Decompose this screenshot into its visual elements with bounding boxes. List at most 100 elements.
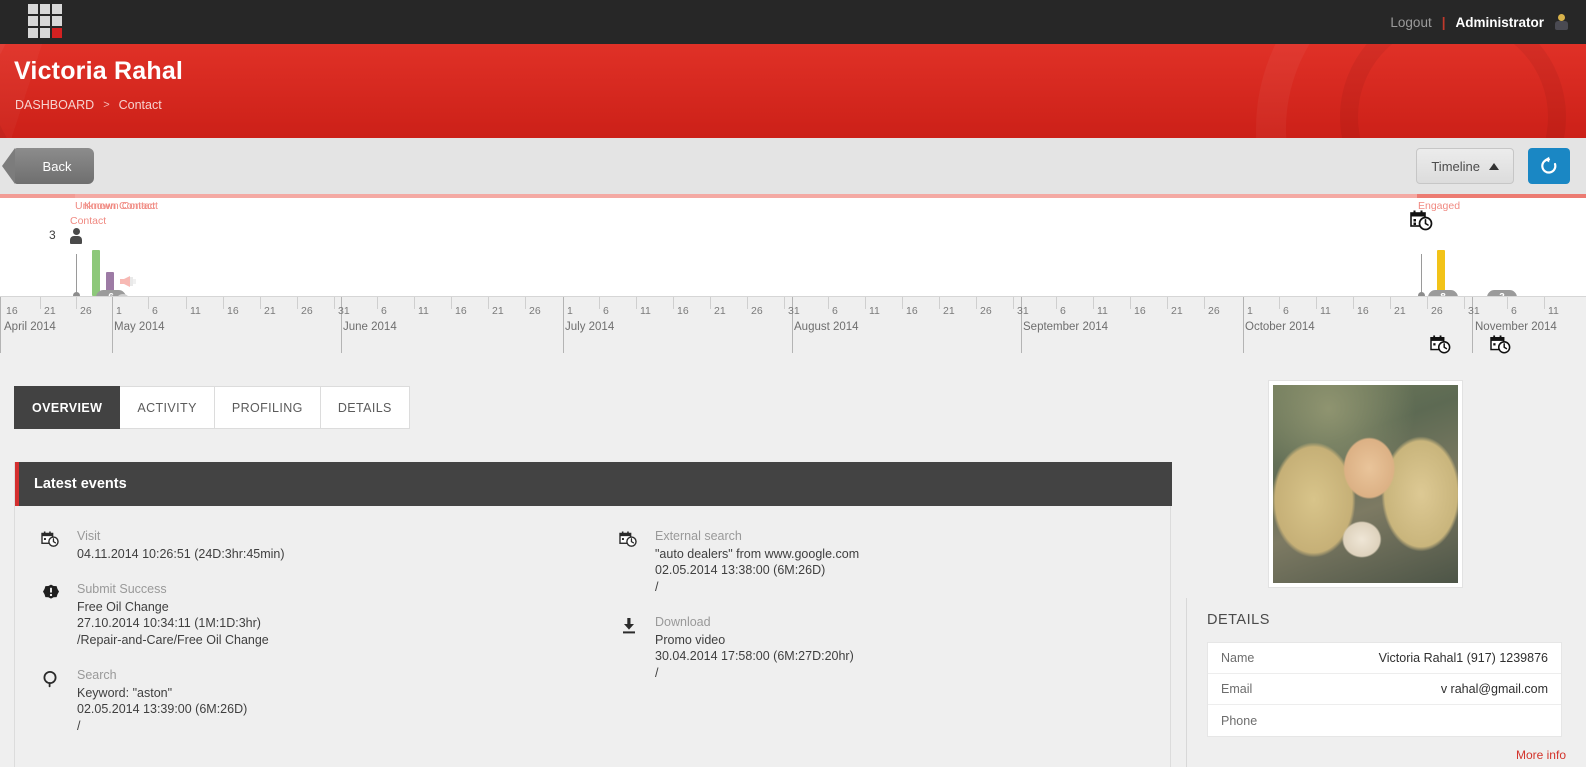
axis-month-label: June 2014 <box>343 321 397 333</box>
tab-overview[interactable]: OVERVIEW <box>14 386 121 429</box>
axis-day-tick: 31 <box>1468 305 1480 317</box>
details-value: v rahal@gmail.com <box>1440 682 1548 696</box>
axis-day-tick: 16 <box>1357 305 1369 317</box>
axis-day-tick: 16 <box>455 305 467 317</box>
topbar-separator: | <box>1441 14 1446 30</box>
stage-label-known-contact: Known Contact <box>84 200 156 212</box>
tab-details[interactable]: DETAILS <box>320 386 410 429</box>
event-type: Download <box>655 615 711 629</box>
more-info-link[interactable]: More info <box>1516 748 1566 762</box>
event-item[interactable]: Submit Success Free Oil Change 27.10.201… <box>39 581 593 648</box>
calendar-clock-icon <box>39 528 63 562</box>
logo-cell <box>40 28 50 38</box>
logo-cell <box>40 16 50 26</box>
axis-day-tick: 11 <box>869 305 880 317</box>
stage-segment <box>1417 194 1586 198</box>
axis-day-tick: 21 <box>1171 305 1183 317</box>
event-line: 27.10.2014 10:34:11 (1M:1D:3hr) <box>77 616 261 630</box>
axis-month-label: August 2014 <box>794 321 859 333</box>
breadcrumb: DASHBOARD > Contact <box>15 98 162 112</box>
event-line: 04.11.2014 10:26:51 (24D:3hr:45min) <box>77 546 285 561</box>
event-item[interactable]: Visit 04.11.2014 10:26:51 (24D:3hr:45min… <box>39 528 593 562</box>
latest-events-panel: Latest events Visit 04.11.2014 10:26:51 … <box>14 462 1172 767</box>
event-item[interactable]: Download Promo video 30.04.2014 17:58:00… <box>617 614 1171 681</box>
avatar <box>1273 385 1458 583</box>
axis-day-tick: 16 <box>906 305 918 317</box>
content-tabs: OVERVIEW ACTIVITY PROFILING DETAILS <box>14 386 410 429</box>
details-value: Victoria Rahal1 (917) 1239876 <box>1378 651 1548 665</box>
axis-day-tick: 11 <box>190 305 201 317</box>
timeline-bar[interactable] <box>92 250 100 296</box>
event-text: Submit Success Free Oil Change 27.10.201… <box>77 581 269 648</box>
logo-cell <box>40 4 50 14</box>
page-title: Victoria Rahal <box>14 57 184 85</box>
user-avatar-icon[interactable] <box>1554 13 1570 31</box>
details-row-phone: Phone <box>1208 705 1561 736</box>
details-key: Name <box>1221 651 1255 665</box>
event-text: Visit 04.11.2014 10:26:51 (24D:3hr:45min… <box>77 528 285 562</box>
timeline-count-label: 3 <box>49 228 56 242</box>
axis-month-label: May 2014 <box>114 321 165 333</box>
axis-day-tick: 16 <box>227 305 239 317</box>
calendar-clock-icon <box>1410 210 1433 231</box>
calendar-clock-icon <box>617 528 641 595</box>
latest-events-columns: Visit 04.11.2014 10:26:51 (24D:3hr:45min… <box>15 506 1172 753</box>
logo-cell <box>28 28 38 38</box>
event-line: Free Oil Change <box>77 599 169 614</box>
axis-day-tick: 26 <box>301 305 313 317</box>
axis-day-tick: 1 <box>567 305 573 317</box>
event-type: Search <box>77 668 117 682</box>
tab-profiling[interactable]: PROFILING <box>214 386 321 429</box>
axis-day-tick: 26 <box>529 305 541 317</box>
axis-day-tick: 11 <box>418 305 429 317</box>
axis-month-label: July 2014 <box>565 321 615 333</box>
event-line: / <box>77 718 81 733</box>
breadcrumb-contact[interactable]: Contact <box>119 98 162 112</box>
axis-day-tick: 16 <box>1134 305 1146 317</box>
axis-day-tick: 6 <box>832 305 838 317</box>
event-text: External search "auto dealers" from www.… <box>655 528 859 595</box>
event-text: Download Promo video 30.04.2014 17:58:00… <box>655 614 854 681</box>
axis-day-tick: 26 <box>980 305 992 317</box>
action-toolbar: Back Timeline <box>0 138 1586 194</box>
event-item[interactable]: Search Keyword: "aston" 02.05.2014 13:39… <box>39 667 593 734</box>
axis-day-tick: 6 <box>603 305 609 317</box>
event-line: 02.05.2014 13:38:00 (6M:26D) <box>655 563 826 577</box>
axis-day-tick: 21 <box>714 305 726 317</box>
person-icon <box>70 228 82 244</box>
axis-day-tick: 31 <box>788 305 800 317</box>
details-key: Email <box>1221 682 1253 696</box>
event-type: External search <box>655 529 742 543</box>
logo-cell-accent <box>52 28 62 38</box>
timeline-stem <box>76 254 77 296</box>
breadcrumb-dashboard[interactable]: DASHBOARD <box>15 98 94 112</box>
details-row-email: Email v rahal@gmail.com <box>1208 674 1561 705</box>
axis-day-tick: 21 <box>44 305 56 317</box>
download-icon <box>617 614 641 681</box>
logo-cell <box>28 16 38 26</box>
timeline-chart[interactable]: Unknown Contact Known Contact Contact En… <box>0 194 1586 354</box>
axis-day-tick: 16 <box>6 305 18 317</box>
axis-day-tick: 26 <box>1208 305 1220 317</box>
event-item[interactable]: External search "auto dealers" from www.… <box>617 528 1171 595</box>
back-button[interactable]: Back <box>2 148 94 184</box>
event-line: Promo video <box>655 632 726 647</box>
grid-logo[interactable] <box>28 4 64 40</box>
event-line: 02.05.2014 13:39:00 (6M:26D) <box>77 702 248 716</box>
timeline-stage-bar <box>0 194 1586 198</box>
search-icon <box>39 667 63 734</box>
timeline-toggle-button[interactable]: Timeline <box>1416 148 1514 184</box>
stage-segment <box>0 194 75 198</box>
logout-link[interactable]: Logout <box>1390 15 1431 30</box>
axis-day-tick: 11 <box>1097 305 1108 317</box>
timeline-toggle-label: Timeline <box>1431 158 1480 174</box>
calendar-clock-icon <box>1490 335 1512 360</box>
refresh-button[interactable] <box>1528 148 1570 184</box>
axis-day-tick: 6 <box>1511 305 1517 317</box>
tab-activity[interactable]: ACTIVITY <box>120 386 215 429</box>
axis-month-label: September 2014 <box>1023 321 1109 333</box>
latest-events-right-column: External search "auto dealers" from www.… <box>593 506 1171 753</box>
details-title: DETAILS <box>1207 612 1270 628</box>
axis-day-tick: 6 <box>381 305 387 317</box>
administrator-label[interactable]: Administrator <box>1455 15 1544 30</box>
